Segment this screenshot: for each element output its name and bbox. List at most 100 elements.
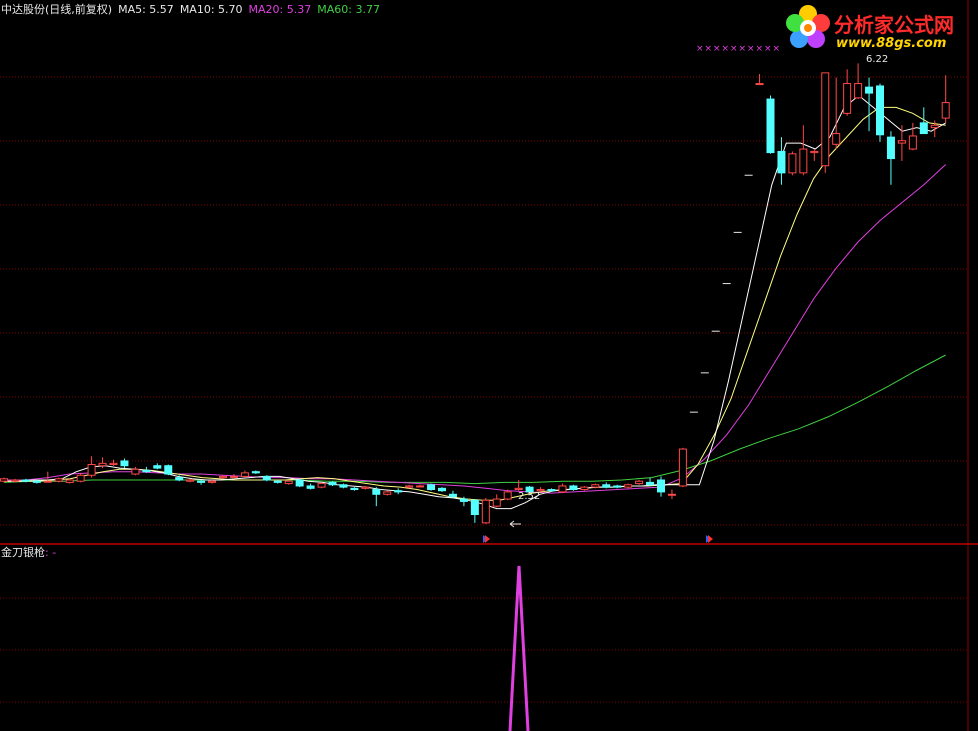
candle-body	[821, 72, 830, 167]
candle-body	[328, 481, 337, 486]
signal-arrow-red	[708, 535, 713, 543]
ma20-value: MA20: 5.37	[248, 3, 312, 16]
x-marker: ×	[764, 44, 772, 54]
candle-body	[930, 124, 939, 129]
candle-body	[580, 486, 589, 491]
candle-body	[175, 477, 184, 481]
chart-header: 中达股份(日线,前复权) MA5: 5.57 MA10: 5.70 MA20: 5.3…	[1, 3, 380, 17]
site-logo[interactable]: 分析家公式网 www.88gs.com	[778, 2, 978, 54]
candle-body	[416, 485, 425, 488]
candle-body	[777, 150, 786, 174]
candle-body	[448, 493, 457, 498]
indicator-header: 金刀银枪: -	[1, 546, 56, 560]
candle-body	[142, 469, 151, 473]
candle-body	[339, 484, 348, 488]
x-markers: × × × × × × × × × ×	[696, 44, 780, 54]
candle-body	[547, 489, 556, 492]
candle-body	[854, 83, 863, 99]
candle-body	[470, 499, 479, 516]
x-marker: ×	[696, 44, 704, 54]
candle-body	[229, 475, 238, 478]
candle-body	[558, 485, 567, 493]
candle-body	[10, 479, 19, 482]
candle-body	[208, 480, 217, 483]
candle-body	[197, 480, 206, 483]
candle-body	[919, 122, 928, 135]
candle-body	[657, 479, 665, 493]
candle-body	[87, 464, 96, 476]
candle-body	[481, 499, 490, 524]
signal-arrow-red	[485, 535, 490, 543]
candle-body	[624, 484, 633, 488]
indicator-panel	[508, 565, 530, 731]
signal-arrows	[483, 535, 713, 543]
low-price-pointer	[509, 520, 521, 528]
candle-body	[306, 485, 315, 489]
candle-body	[273, 480, 282, 483]
candle-body	[788, 153, 797, 174]
candle-body	[908, 135, 917, 150]
candle-body	[372, 489, 381, 495]
candle-body	[766, 98, 775, 154]
candle-body	[21, 479, 30, 482]
low-price-label: 2.52	[518, 491, 540, 502]
candle-body	[667, 493, 676, 496]
x-marker: ×	[730, 44, 738, 54]
candle-body	[569, 485, 578, 491]
ma20-line	[4, 164, 947, 494]
x-marker: ×	[739, 44, 747, 54]
candle-body	[602, 484, 611, 488]
candle-body	[240, 472, 249, 477]
candle-body	[941, 102, 950, 119]
x-marker: ×	[722, 44, 730, 54]
high-price-label: 6.22	[866, 54, 888, 65]
candle-body	[810, 150, 819, 154]
candle-body	[164, 465, 173, 475]
flower-logo-icon	[786, 5, 830, 48]
candlesticks	[0, 63, 950, 525]
candle-body	[514, 487, 523, 491]
candle-body	[131, 468, 140, 475]
indicator-value: : -	[45, 546, 57, 559]
candle-body	[799, 148, 808, 174]
candle-body	[262, 475, 271, 481]
candle-body	[98, 462, 107, 467]
candle-body	[219, 475, 227, 479]
candle-body	[0, 478, 8, 482]
indicator-name: 金刀银枪	[1, 546, 45, 559]
logo-url: www.88gs.com	[836, 36, 947, 51]
x-marker: ×	[747, 44, 755, 54]
candle-body	[613, 485, 622, 488]
logo-title: 分析家公式网	[834, 13, 954, 37]
candle-body	[32, 480, 41, 483]
stock-title: 中达股份(日线,前复权)	[1, 3, 113, 16]
candle-body	[120, 460, 129, 467]
ma60-line	[3, 354, 946, 485]
candle-body	[383, 491, 392, 495]
candle-body	[153, 465, 162, 469]
ma60-value: MA60: 3.77	[317, 3, 380, 16]
candle-body	[54, 478, 63, 482]
candle-body	[646, 481, 655, 486]
ma5-value: MA5: 5.57	[118, 3, 174, 16]
candle-body	[843, 83, 852, 114]
ma10-value: MA10: 5.70	[179, 3, 243, 16]
candle-body	[405, 485, 414, 488]
grid-lines	[0, 76, 968, 703]
candle-body	[427, 484, 436, 491]
candle-body	[459, 498, 468, 502]
candle-body	[350, 487, 359, 491]
candle-body	[317, 483, 326, 488]
candle-body	[65, 479, 74, 483]
ma60-path	[3, 354, 946, 485]
candle-body	[76, 474, 85, 482]
candle-body	[503, 491, 512, 500]
candle-body	[635, 480, 644, 485]
candle-body	[43, 480, 52, 483]
candle-body	[251, 471, 260, 474]
candle-body	[186, 479, 195, 482]
candle-body	[109, 462, 118, 466]
candle-body	[361, 486, 370, 489]
candle-body	[865, 86, 874, 94]
stock-chart[interactable]: × × × × × × × × × × 6.22 2.52	[0, 0, 978, 731]
